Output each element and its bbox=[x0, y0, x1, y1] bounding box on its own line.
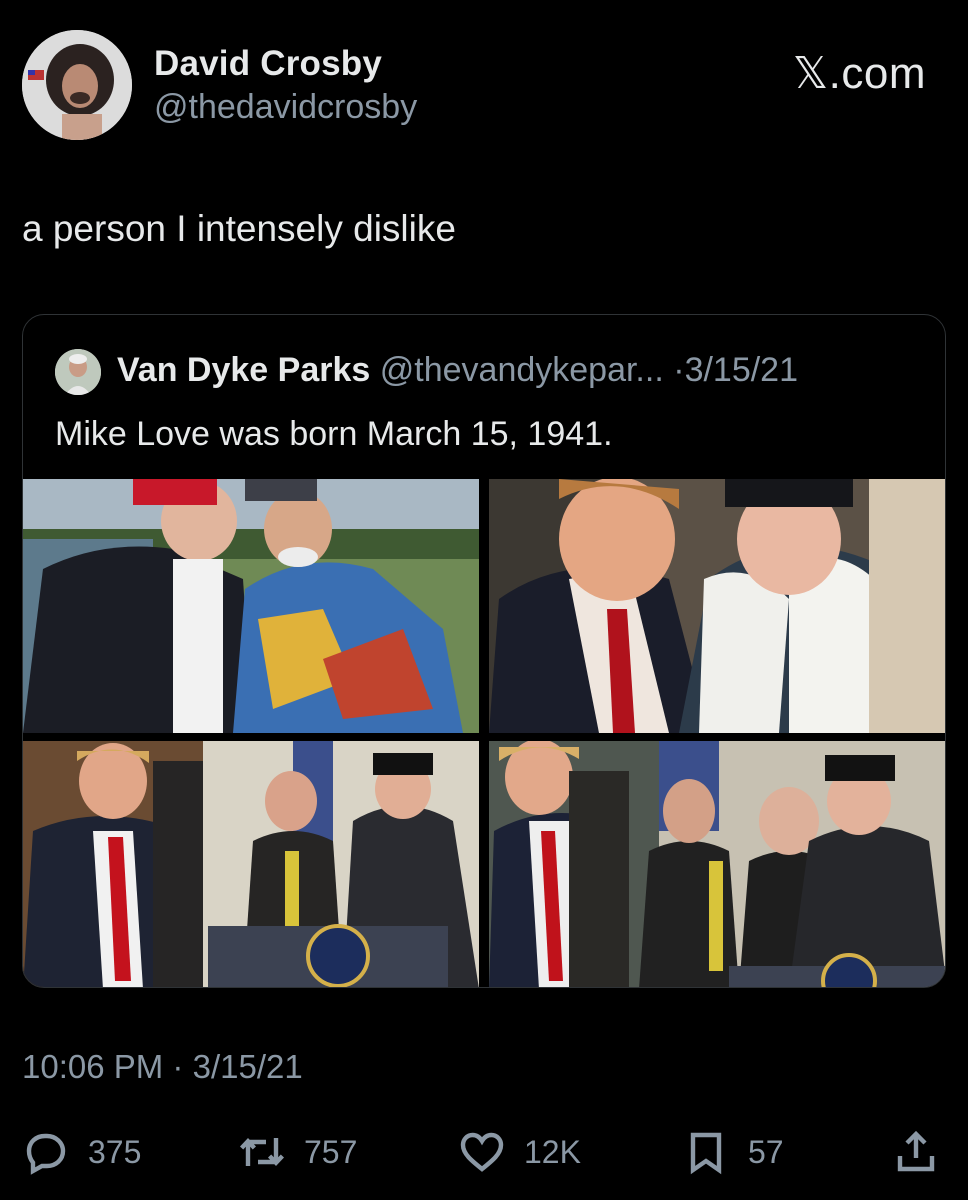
photo-grid bbox=[23, 479, 945, 987]
quoted-author-name[interactable]: Van Dyke Parks bbox=[117, 351, 370, 389]
tweet-date: 3/15/21 bbox=[192, 1048, 303, 1085]
share-button[interactable] bbox=[892, 1124, 940, 1180]
quoted-tweet-header: Van Dyke Parks @thevandykepar... ·3/15/2… bbox=[117, 351, 798, 390]
photo-3[interactable] bbox=[23, 741, 479, 987]
photo-4[interactable] bbox=[489, 741, 945, 987]
share-icon bbox=[897, 1130, 935, 1172]
quoted-date[interactable]: 3/15/21 bbox=[685, 351, 798, 389]
quoted-author-handle[interactable]: @thevandykepar... bbox=[380, 351, 664, 389]
author-avatar[interactable] bbox=[22, 30, 132, 140]
reply-button[interactable]: 375 bbox=[22, 1124, 141, 1180]
quoted-author-avatar[interactable] bbox=[55, 349, 101, 395]
like-count: 12K bbox=[524, 1133, 581, 1170]
bookmark-button[interactable]: 57 bbox=[682, 1124, 784, 1180]
retweet-icon bbox=[239, 1137, 285, 1167]
author-name[interactable]: David Crosby bbox=[154, 44, 382, 84]
quoted-separator: · bbox=[673, 351, 685, 389]
tweet-timestamp[interactable]: 10:06 PM · 3/15/21 bbox=[22, 1048, 303, 1086]
quoted-avatar-image bbox=[55, 349, 101, 395]
photo-1[interactable] bbox=[23, 479, 479, 733]
like-button[interactable]: 12K bbox=[458, 1124, 581, 1180]
heart-icon bbox=[460, 1132, 504, 1172]
tweet-time: 10:06 PM bbox=[22, 1048, 164, 1085]
tweet-text: a person I intensely dislike bbox=[22, 208, 456, 249]
retweet-button[interactable]: 757 bbox=[238, 1124, 357, 1180]
quoted-tweet-text: Mike Love was born March 15, 1941. bbox=[55, 415, 613, 453]
reply-icon bbox=[26, 1133, 66, 1175]
tweet-meta-separator: · bbox=[172, 1048, 184, 1085]
quoted-tweet[interactable]: Van Dyke Parks @thevandykepar... ·3/15/2… bbox=[22, 314, 946, 988]
avatar-image bbox=[22, 30, 132, 140]
x-logo: 𝕏.com bbox=[792, 49, 926, 98]
tweet-actions: 375 757 12K 57 bbox=[22, 1124, 946, 1184]
author-handle[interactable]: @thedavidcrosby bbox=[154, 88, 417, 127]
tweet-header: David Crosby @thedavidcrosby 𝕏.com bbox=[22, 30, 946, 142]
photo-2[interactable] bbox=[489, 479, 945, 733]
bookmark-count: 57 bbox=[748, 1133, 784, 1170]
bookmark-icon bbox=[690, 1132, 722, 1175]
reply-count: 375 bbox=[88, 1133, 142, 1170]
retweet-count: 757 bbox=[304, 1133, 358, 1170]
